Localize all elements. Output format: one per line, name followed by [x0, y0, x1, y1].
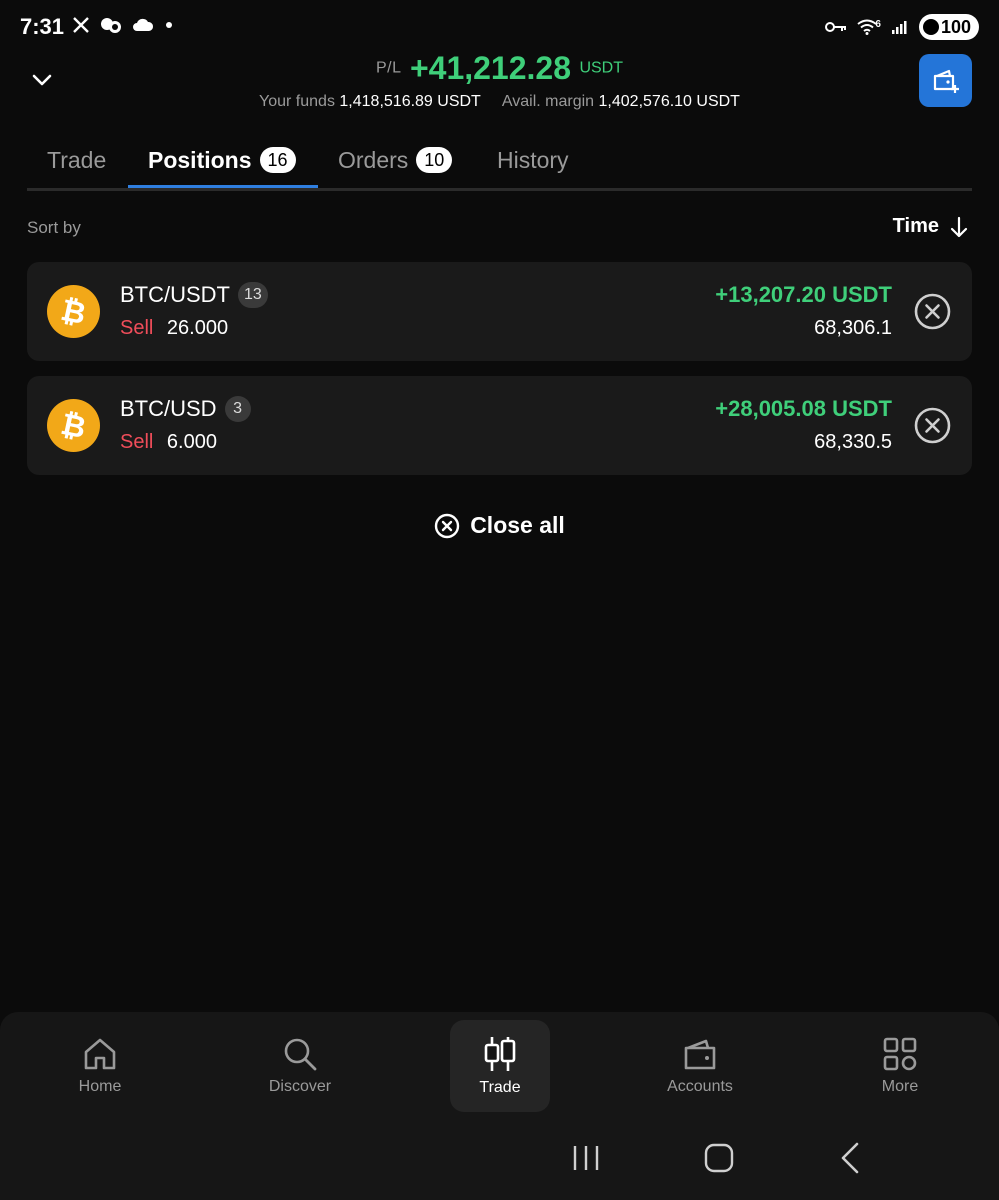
side-row: Sell 26.000	[120, 317, 228, 340]
wifi-icon	[857, 19, 878, 35]
svg-text:₿: ₿	[58, 407, 89, 446]
back-icon[interactable]	[830, 1136, 874, 1180]
search-icon	[284, 1038, 317, 1071]
sort-selector[interactable]: Time	[893, 215, 969, 238]
position-card[interactable]: ₿ BTC/USD 3 Sell 6.000 +28,005.08 USDT 6…	[27, 376, 972, 475]
cloud-icon	[133, 18, 154, 31]
battery-indicator: 100	[918, 14, 979, 40]
tab-label: Orders	[338, 146, 409, 173]
margin-label: Avail. margin	[501, 93, 595, 110]
status-bar: 7:31 6 100	[0, 0, 999, 54]
nav-label: More	[881, 1078, 919, 1095]
nav-accounts[interactable]: Accounts	[650, 1020, 750, 1112]
position-count-badge: 13	[238, 282, 268, 308]
wallet-add-button[interactable]	[919, 54, 972, 107]
nav-label: Home	[78, 1078, 122, 1095]
app-screen: 7:31 6 100 P/L +41,212.28 USDT Your fund…	[0, 0, 999, 1200]
tab-badge: 10	[416, 147, 453, 173]
pair-row: BTC/USD 3	[120, 396, 251, 422]
nav-more[interactable]: More	[850, 1020, 950, 1112]
pair-row: BTC/USDT 13	[120, 282, 268, 308]
svg-text:₿: ₿	[58, 293, 89, 332]
notification-icons	[72, 16, 174, 34]
pl-summary: P/L +41,212.28 USDT	[0, 50, 999, 87]
signal-icon	[891, 21, 907, 34]
candlestick-icon	[484, 1037, 516, 1071]
arrow-down-icon	[950, 216, 968, 237]
tab-trade[interactable]: Trade	[47, 142, 106, 178]
nav-label: Accounts	[667, 1078, 733, 1095]
position-price: 68,330.5	[814, 431, 892, 453]
close-all-label: Close all	[470, 512, 565, 538]
close-position-icon[interactable]	[914, 407, 951, 444]
position-price: 68,306.1	[814, 317, 892, 339]
x-icon	[73, 17, 89, 33]
nav-trade[interactable]: Trade	[450, 1020, 550, 1112]
pl-unit: USDT	[579, 59, 624, 77]
pair-name: BTC/USDT	[120, 282, 230, 307]
active-tab-indicator	[128, 185, 318, 188]
messenger-icon	[101, 18, 121, 33]
wifi-badge: 6	[875, 19, 881, 30]
tab-label: Trade	[47, 146, 107, 173]
wifi-indicator: 6	[857, 19, 881, 35]
position-card[interactable]: ₿ BTC/USDT 13 Sell 26.000 +13,207.20 USD…	[27, 262, 972, 361]
funds-value: 1,418,516.89 USDT	[339, 93, 481, 110]
tab-bar: Trade Positions 16 Orders 10 History	[27, 136, 972, 191]
quantity: 26.000	[166, 317, 229, 339]
quantity: 6.000	[166, 431, 217, 453]
bitcoin-icon: ₿	[47, 399, 100, 452]
close-all-button[interactable]: Close all	[0, 512, 999, 539]
nav-label: Trade	[479, 1079, 521, 1096]
nav-discover[interactable]: Discover	[250, 1020, 350, 1112]
tab-label: Positions	[148, 146, 252, 173]
side-row: Sell 6.000	[120, 431, 217, 454]
position-pnl: +28,005.08 USDT	[715, 396, 892, 421]
home-button-icon[interactable]	[697, 1136, 741, 1180]
position-pnl: +13,207.20 USDT	[715, 282, 892, 307]
battery-level: 100	[940, 16, 971, 37]
wallet-add-icon	[933, 69, 959, 93]
pair-name: BTC/USD	[120, 396, 217, 421]
system-navigation-bar	[0, 1136, 999, 1180]
tab-orders[interactable]: Orders 10	[338, 142, 453, 178]
pl-value: +41,212.28	[409, 50, 571, 86]
tab-history[interactable]: History	[497, 142, 569, 178]
bitcoin-icon: ₿	[47, 285, 100, 338]
margin-value: 1,402,576.10 USDT	[598, 93, 740, 110]
tab-label: History	[497, 146, 569, 173]
pl-label: P/L	[375, 59, 402, 77]
nav-home[interactable]: Home	[50, 1020, 150, 1112]
status-time: 7:31	[20, 14, 65, 39]
side-label: Sell	[120, 431, 154, 453]
nav-label: Discover	[268, 1078, 332, 1095]
close-circle-icon	[434, 513, 460, 538]
side-label: Sell	[120, 317, 154, 339]
funds-label: Your funds	[259, 93, 335, 110]
funds-summary: Your funds 1,418,516.89 USDT Avail. marg…	[0, 93, 999, 111]
grid-icon	[883, 1037, 917, 1071]
tab-positions[interactable]: Positions 16	[148, 142, 296, 178]
recent-apps-icon[interactable]	[564, 1136, 608, 1180]
home-icon	[84, 1038, 116, 1070]
tab-badge: 16	[259, 147, 296, 173]
system-icons: 6 100	[825, 14, 979, 40]
dot-icon	[166, 22, 172, 28]
battery-saver-icon	[922, 19, 939, 35]
close-position-icon[interactable]	[914, 293, 951, 330]
position-count-badge: 3	[224, 396, 251, 422]
vpn-key-icon	[825, 22, 847, 32]
sort-value: Time	[892, 215, 939, 237]
wallet-icon	[684, 1039, 716, 1070]
sort-label: Sort by	[27, 218, 81, 237]
